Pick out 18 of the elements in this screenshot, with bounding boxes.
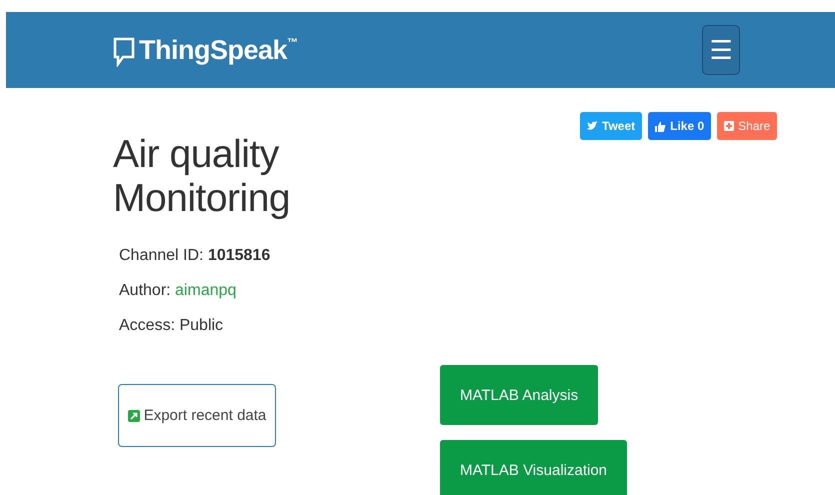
export-button[interactable]: Export recent data [118,384,276,447]
channel-detail: Channel ID: 1015816 [119,246,272,266]
matlab-button[interactable]: MATLAB Visualization [440,440,628,495]
thumbs-up-icon [655,120,666,132]
author-link[interactable]: aimanpq [175,282,236,299]
like-button[interactable]: Like 0 [648,112,712,140]
bird-icon [587,121,598,131]
share-button[interactable]: Share [717,112,778,140]
brand-logo[interactable]: ThingSpeak$^{™}$ [113,33,298,67]
channel-detail: Access: Public [119,316,224,336]
channel-detail: Author: aimanpq [119,281,238,301]
external-link-icon [128,410,140,422]
tweet-button[interactable]: Tweet [580,112,642,140]
plus-icon [724,121,734,131]
page-title: Air quality Monitoring [113,133,292,221]
speech-bubble-icon [113,37,135,67]
menu-button[interactable]: ☰ [702,25,740,75]
matlab-button[interactable]: MATLAB Analysis [440,365,598,425]
